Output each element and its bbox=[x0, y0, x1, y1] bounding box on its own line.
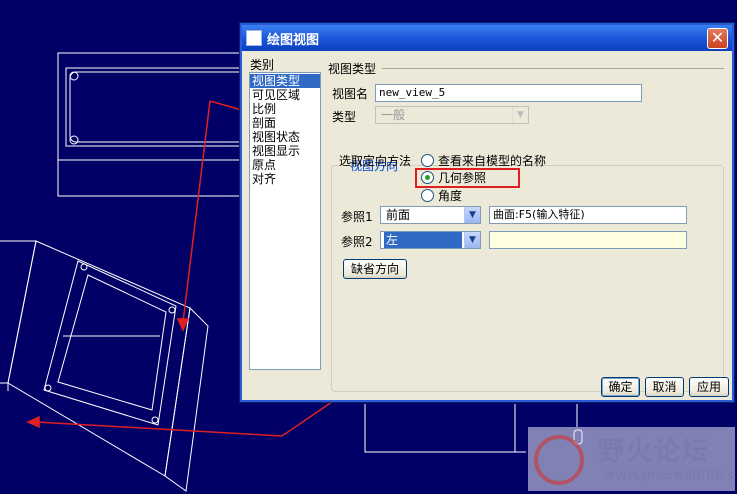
ref2-select[interactable]: 左 ▼ bbox=[380, 231, 481, 249]
radio-angle[interactable] bbox=[421, 189, 434, 202]
close-button[interactable]: ✕ bbox=[707, 28, 728, 49]
section-title: 视图类型 bbox=[328, 62, 377, 76]
type-label: 类型 bbox=[332, 110, 357, 124]
category-item-view-display[interactable]: 视图显示 bbox=[250, 144, 320, 158]
category-item-scale[interactable]: 比例 bbox=[250, 102, 320, 116]
type-select[interactable]: 一般 ▼ bbox=[375, 106, 529, 124]
ref2-select-value: 左 bbox=[384, 232, 462, 248]
view-name-input[interactable]: new_view_5 bbox=[375, 84, 642, 102]
category-item-alignment[interactable]: 对齐 bbox=[250, 172, 320, 186]
option-model-name-label: 查看来自模型的名称 bbox=[438, 154, 547, 168]
chevron-down-icon: ▼ bbox=[464, 232, 480, 248]
category-item-origin[interactable]: 原点 bbox=[250, 158, 320, 172]
ok-button[interactable]: 确定 bbox=[601, 377, 640, 397]
section-divider bbox=[382, 68, 724, 69]
iso-view-drawing bbox=[0, 240, 209, 492]
dialog-body: 类别 视图类型 可见区域 比例 剖面 视图状态 视图显示 原点 对齐 视图类型 … bbox=[244, 53, 730, 398]
category-list[interactable]: 视图类型 可见区域 比例 剖面 视图状态 视图显示 原点 对齐 bbox=[249, 72, 321, 370]
cancel-button[interactable]: 取消 bbox=[645, 377, 684, 397]
watermark-title: 野火论坛 bbox=[598, 437, 711, 467]
annotation-highlight-box bbox=[415, 168, 520, 188]
ref2-label: 参照2 bbox=[341, 235, 373, 249]
chevron-down-icon: ▼ bbox=[512, 107, 528, 123]
app-icon bbox=[246, 30, 262, 46]
category-label: 类别 bbox=[250, 58, 275, 72]
top-view-drawing bbox=[57, 52, 249, 197]
category-item-visible-area[interactable]: 可见区域 bbox=[250, 88, 320, 102]
drawing-view-dialog: 绘图视图 ✕ 类别 视图类型 可见区域 比例 剖面 视图状态 视图显示 原点 对… bbox=[239, 22, 735, 403]
ref1-select-value: 前面 bbox=[386, 208, 411, 222]
option-angle-label: 角度 bbox=[438, 189, 463, 203]
ref1-input[interactable]: 曲面:F5(输入特征) bbox=[489, 206, 687, 224]
default-orientation-button[interactable]: 缺省方向 bbox=[343, 259, 407, 279]
view-name-label: 视图名 bbox=[332, 87, 369, 101]
option-angle[interactable]: 角度 bbox=[421, 187, 462, 204]
option-model-name[interactable]: 查看来自模型的名称 bbox=[421, 152, 546, 169]
close-icon: ✕ bbox=[710, 28, 725, 47]
watermark-url: www.proewildfire.cn bbox=[604, 467, 737, 483]
ref1-label: 参照1 bbox=[341, 210, 373, 224]
radio-model-name[interactable] bbox=[421, 154, 434, 167]
chevron-down-icon: ▼ bbox=[464, 207, 480, 223]
category-item-view-type[interactable]: 视图类型 bbox=[250, 74, 320, 88]
watermark-logo-icon bbox=[534, 435, 584, 485]
ref2-input[interactable] bbox=[489, 231, 687, 249]
dialog-title: 绘图视图 bbox=[267, 32, 320, 48]
apply-button[interactable]: 应用 bbox=[689, 377, 729, 397]
watermark: 野火论坛 www.proewildfire.cn bbox=[528, 427, 737, 491]
category-item-section[interactable]: 剖面 bbox=[250, 116, 320, 130]
category-item-view-state[interactable]: 视图状态 bbox=[250, 130, 320, 144]
ref1-select[interactable]: 前面 ▼ bbox=[380, 206, 481, 224]
type-select-value: 一般 bbox=[381, 108, 406, 122]
dialog-titlebar[interactable]: 绘图视图 ✕ bbox=[242, 25, 732, 51]
orientation-method-label: 选取定向方法 bbox=[339, 154, 412, 168]
